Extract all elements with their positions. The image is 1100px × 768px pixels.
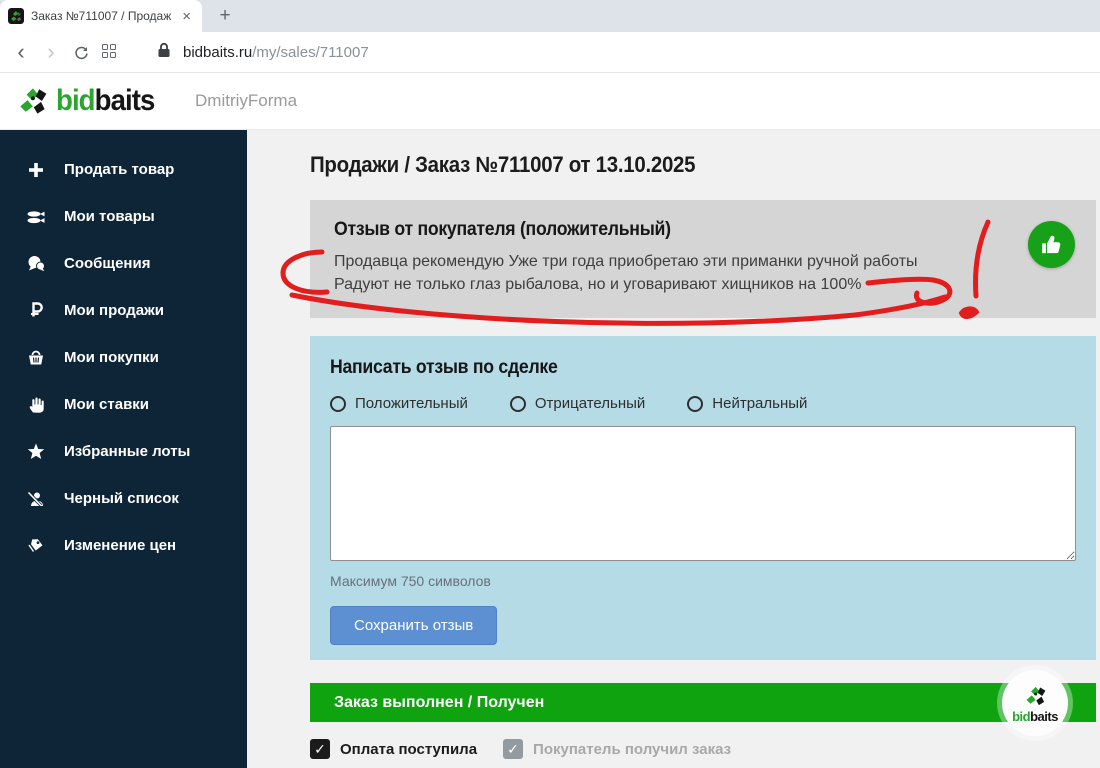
buyer-review-text-line1: Продавца рекомендую Уже три года приобре… [334, 250, 1072, 273]
radio-positive[interactable]: Положительный [330, 395, 468, 412]
radio-circle-icon [687, 396, 703, 412]
sidebar-item-label: Изменение цен [64, 537, 176, 554]
bidbaits-watermark-icon [1022, 683, 1048, 709]
sidebar-item-label: Продать товар [64, 161, 174, 178]
favicon-icon [8, 8, 24, 24]
order-status-label: Заказ выполнен / Получен [334, 694, 544, 712]
username[interactable]: DmitriyForma [195, 91, 297, 111]
sidebar-item-my-sales[interactable]: Мои продажи [0, 287, 247, 334]
site-header: bidbaits DmitriyForma [0, 73, 1100, 130]
write-review-title: Написать отзыв по сделке [330, 357, 1076, 379]
buyer-review-text-line2: Радуют не только глаз рыбалова, но и уго… [334, 273, 1072, 296]
sidebar-item-label: Мои ставки [64, 396, 149, 413]
watermark-wordmark: bidbaits [1012, 710, 1058, 723]
checkbox-checked-icon: ✓ [310, 739, 330, 759]
radio-circle-icon [510, 396, 526, 412]
bidbaits-logo-icon [14, 83, 50, 119]
blocked-user-icon [26, 491, 46, 507]
sidebar-item-my-bids[interactable]: Мои ставки [0, 381, 247, 428]
radio-negative[interactable]: Отрицательный [510, 395, 645, 412]
sidebar-item-label: Мои покупки [64, 349, 159, 366]
sidebar-item-sell[interactable]: Продать товар [0, 146, 247, 193]
forward-icon: › [36, 41, 66, 63]
sidebar-item-messages[interactable]: Сообщения [0, 240, 247, 287]
sidebar-item-favorites[interactable]: Избранные лоты [0, 428, 247, 475]
max-chars-hint: Максимум 750 символов [330, 573, 1076, 589]
save-review-button[interactable]: Сохранить отзыв [330, 606, 497, 645]
page-title: Продажи / Заказ №711007 от 13.10.2025 [310, 152, 724, 178]
thumbs-up-icon [1040, 233, 1064, 257]
back-icon[interactable]: ‹ [6, 41, 36, 63]
reload-icon[interactable] [66, 41, 96, 63]
buyer-review-panel: Отзыв от покупателя (положительный) Прод… [310, 200, 1096, 318]
sidebar-item-label: Мои продажи [64, 302, 164, 319]
payment-received-checkbox[interactable]: ✓ Оплата поступила [310, 739, 477, 759]
lock-icon [157, 42, 171, 63]
url-text[interactable]: bidbaits.ru/my/sales/711007 [183, 44, 369, 61]
sidebar-item-label: Избранные лоты [64, 443, 190, 460]
hand-icon [26, 396, 46, 414]
sidebar-item-label: Черный список [64, 490, 179, 507]
url-host: bidbaits.ru [183, 44, 252, 61]
close-tab-icon[interactable]: × [179, 8, 194, 25]
plus-icon [26, 162, 46, 178]
sidebar-item-my-purchases[interactable]: Мои покупки [0, 334, 247, 381]
sidebar-item-label: Сообщения [64, 255, 150, 272]
sidebar-item-my-goods[interactable]: Мои товары [0, 193, 247, 240]
write-review-panel: Написать отзыв по сделке Положительный О… [310, 336, 1096, 660]
sidebar: Продать товар Мои товары Сообщения Мои п… [0, 130, 247, 768]
main-content: Продажи / Заказ №711007 от 13.10.2025 От… [247, 130, 1100, 768]
logo-wordmark: bidbaits [56, 86, 154, 116]
sidebar-item-label: Мои товары [64, 208, 155, 225]
review-type-radio-group: Положительный Отрицательный Нейтральный [330, 395, 1076, 412]
order-checkboxes: ✓ Оплата поступила ✓ Покупатель получил … [310, 739, 731, 759]
ruble-icon [26, 302, 46, 319]
new-tab-button[interactable]: + [212, 3, 238, 29]
apps-grid-icon[interactable] [102, 44, 118, 60]
price-tag-icon [26, 538, 46, 554]
basket-icon [26, 349, 46, 366]
browser-url-bar: ‹ › bidbaits.ru/my/sales/711007 [0, 32, 1100, 73]
messages-icon [26, 255, 46, 272]
browser-tab-strip: Заказ №711007 / Продажи / × + [0, 0, 1100, 32]
radio-neutral[interactable]: Нейтральный [687, 395, 807, 412]
sidebar-item-blacklist[interactable]: Черный список [0, 475, 247, 522]
review-textarea[interactable] [330, 426, 1076, 561]
radio-circle-icon [330, 396, 346, 412]
browser-tab[interactable]: Заказ №711007 / Продажи / × [0, 0, 202, 32]
star-icon [26, 443, 46, 460]
buyer-review-title: Отзыв от покупателя (положительный) [334, 219, 1072, 241]
goods-icon [26, 209, 46, 225]
bidbaits-logo[interactable]: bidbaits [14, 83, 163, 119]
buyer-received-checkbox: ✓ Покупатель получил заказ [503, 739, 731, 759]
positive-review-badge[interactable] [1028, 221, 1075, 268]
sidebar-item-price-changes[interactable]: Изменение цен [0, 522, 247, 569]
tab-title: Заказ №711007 / Продажи / [31, 9, 172, 23]
bidbaits-watermark: bidbaits [1002, 670, 1068, 736]
checkbox-checked-disabled-icon: ✓ [503, 739, 523, 759]
order-status-bar: Заказ выполнен / Получен [310, 683, 1096, 722]
url-path: /my/sales/711007 [252, 44, 368, 61]
